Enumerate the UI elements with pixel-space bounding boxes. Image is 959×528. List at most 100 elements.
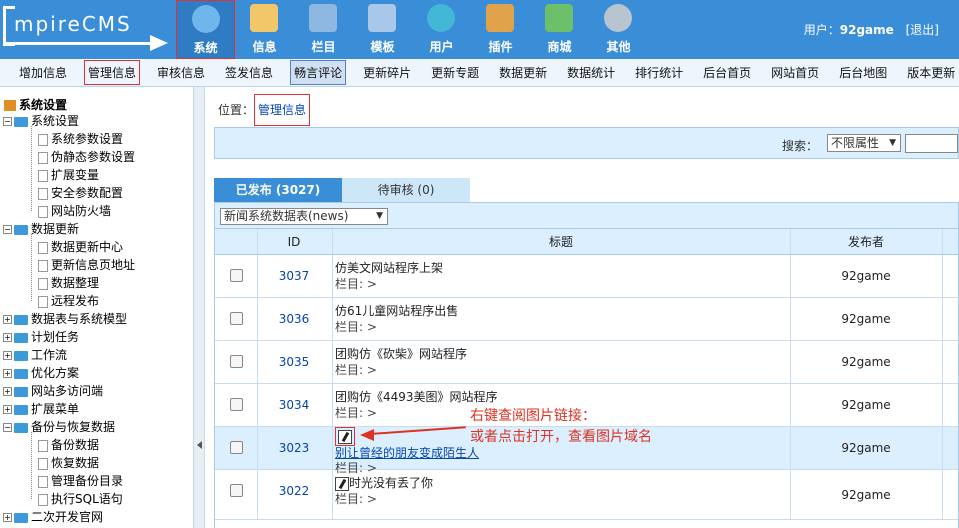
row-title[interactable]: 仿61儿童网站程序出售 — [335, 304, 458, 318]
expand-icon[interactable]: + — [3, 387, 12, 396]
image-icon-wrapper[interactable] — [335, 427, 355, 446]
top-nav-item[interactable]: 商城 — [530, 0, 589, 59]
logout-link[interactable]: [退出] — [906, 23, 939, 37]
tree-group-label: 二次开发官网 — [31, 510, 104, 524]
row-id[interactable]: 3034 — [257, 384, 331, 427]
tree-item[interactable]: 更新信息页地址 — [38, 256, 135, 274]
sub-nav-item[interactable]: 增加信息 — [16, 61, 70, 84]
attribute-select[interactable]: 不限属性 ▼ — [827, 134, 901, 152]
row-title[interactable]: 别让曾经的朋友变成陌生人 — [335, 446, 479, 460]
row-publisher: 92game — [841, 441, 891, 455]
row-checkbox[interactable] — [230, 355, 243, 368]
row-id[interactable]: 3035 — [257, 341, 331, 384]
tree-group[interactable]: + 优化方案 — [3, 364, 79, 382]
tab-pending[interactable]: 待审核 (0) — [342, 178, 470, 202]
tree-item[interactable]: 数据整理 — [38, 274, 99, 292]
edit-image-icon[interactable] — [335, 476, 349, 491]
row-id[interactable]: 3037 — [257, 255, 331, 298]
row-checkbox[interactable] — [230, 312, 243, 325]
tree-item[interactable]: 恢复数据 — [38, 454, 99, 472]
top-nav-item[interactable]: 信息 — [235, 0, 294, 59]
tree-item[interactable]: 伪静态参数设置 — [38, 148, 135, 166]
top-nav-item[interactable]: 系统 — [176, 0, 235, 59]
expand-icon[interactable]: + — [3, 405, 12, 414]
expand-icon[interactable]: + — [3, 333, 12, 342]
row-checkbox[interactable] — [230, 441, 243, 454]
tab-published[interactable]: 已发布 (3027) — [214, 178, 342, 202]
top-nav-item[interactable]: 其他 — [589, 0, 648, 59]
sub-nav-item[interactable]: 数据统计 — [564, 61, 618, 84]
row-title[interactable]: 团购仿《砍柴》网站程序 — [335, 347, 467, 361]
sub-nav-item[interactable]: 版本更新 — [904, 61, 958, 84]
tree-group-label: 工作流 — [31, 348, 68, 362]
tree-group[interactable]: + 数据表与系统模型 — [3, 310, 127, 328]
row-id[interactable]: 3023 — [257, 427, 331, 470]
tree-item[interactable]: 扩展变量 — [38, 166, 99, 184]
tree-root[interactable]: 系统设置 — [4, 96, 67, 113]
row-title[interactable]: 团购仿《4493美图》网站程序 — [335, 390, 498, 404]
expand-icon[interactable]: + — [3, 369, 12, 378]
row-id[interactable]: 3022 — [257, 470, 331, 513]
row-title-cell: 仿61儿童网站程序出售 栏目: > — [335, 303, 458, 335]
tree-item[interactable]: 数据更新中心 — [38, 238, 123, 256]
sub-nav-item[interactable]: 签发信息 — [222, 61, 276, 84]
tree-group-label: 数据更新 — [31, 222, 80, 236]
top-nav-label: 系统 — [193, 41, 218, 55]
tree-item[interactable]: 管理备份目录 — [38, 472, 123, 490]
sub-nav-item[interactable]: 更新专题 — [428, 61, 482, 84]
tree-item[interactable]: 系统参数设置 — [38, 130, 123, 148]
tree-item[interactable]: 执行SQL语句 — [38, 490, 123, 508]
collapse-icon[interactable]: − — [3, 423, 12, 432]
sub-nav-item[interactable]: 畅言评论 — [290, 60, 347, 85]
expand-icon[interactable]: + — [3, 351, 12, 360]
status-tabs: 已发布 (3027) 待审核 (0) — [214, 178, 470, 202]
collapse-arrow-icon[interactable] — [197, 441, 202, 449]
tree-item[interactable]: 网站防火墙 — [38, 202, 111, 220]
top-nav-item[interactable]: 用户 — [412, 0, 471, 59]
tree-group[interactable]: + 网站多访问端 — [3, 382, 103, 400]
breadcrumb-link[interactable]: 管理信息 — [254, 94, 311, 126]
window-icon — [368, 4, 396, 32]
tree-group[interactable]: + 扩展菜单 — [3, 400, 79, 418]
data-table-select[interactable]: 新闻系统数据表(news) ▼ — [220, 208, 388, 225]
edit-image-icon[interactable] — [338, 429, 352, 444]
tree-group[interactable]: + 工作流 — [3, 346, 67, 364]
search-input[interactable] — [905, 134, 958, 153]
expand-icon[interactable]: + — [3, 513, 12, 522]
top-nav-item[interactable]: 栏目 — [294, 0, 353, 59]
row-title[interactable]: 仿美文网站程序上架 — [335, 261, 443, 275]
sub-nav-item[interactable]: 审核信息 — [154, 61, 208, 84]
collapse-icon[interactable]: − — [3, 225, 12, 234]
sub-nav-item[interactable]: 管理信息 — [84, 60, 141, 85]
row-checkbox[interactable] — [230, 484, 243, 497]
row-title[interactable]: 时光没有丢了你 — [349, 476, 433, 490]
home-icon — [4, 100, 16, 111]
sub-nav-item[interactable]: 数据更新 — [496, 61, 550, 84]
sub-nav-item[interactable]: 后台首页 — [700, 61, 754, 84]
tree-item[interactable]: 备份数据 — [38, 436, 99, 454]
tree-group[interactable]: + 二次开发官网 — [3, 508, 103, 526]
row-publisher: 92game — [841, 398, 891, 412]
top-nav-item[interactable]: 模板 — [353, 0, 412, 59]
document-icon — [38, 493, 48, 506]
row-checkbox[interactable] — [230, 269, 243, 282]
tree-item[interactable]: 远程发布 — [38, 292, 99, 310]
sub-nav-item[interactable]: 更新碎片 — [360, 61, 414, 84]
collapse-icon[interactable]: − — [3, 117, 12, 126]
row-checkbox[interactable] — [230, 398, 243, 411]
sub-nav-item[interactable]: 排行统计 — [632, 61, 686, 84]
sidebar-splitter[interactable] — [193, 87, 205, 528]
top-nav-item[interactable]: 插件 — [471, 0, 530, 59]
tree-group[interactable]: − 数据更新 — [3, 220, 79, 238]
tree-item[interactable]: 安全参数配置 — [38, 184, 123, 202]
tree-root-label: 系统设置 — [19, 98, 68, 112]
sub-nav-item[interactable]: 后台地图 — [836, 61, 890, 84]
tree-group[interactable]: − 系统设置 — [3, 112, 79, 130]
tree-group[interactable]: − 备份与恢复数据 — [3, 418, 115, 436]
row-id[interactable]: 3036 — [257, 298, 331, 341]
image-icon-wrapper[interactable] — [335, 476, 349, 491]
tree-group[interactable]: + 计划任务 — [3, 328, 79, 346]
sub-nav-item[interactable]: 网站首页 — [768, 61, 822, 84]
col-header-title: 标题 — [548, 235, 573, 249]
expand-icon[interactable]: + — [3, 315, 12, 324]
